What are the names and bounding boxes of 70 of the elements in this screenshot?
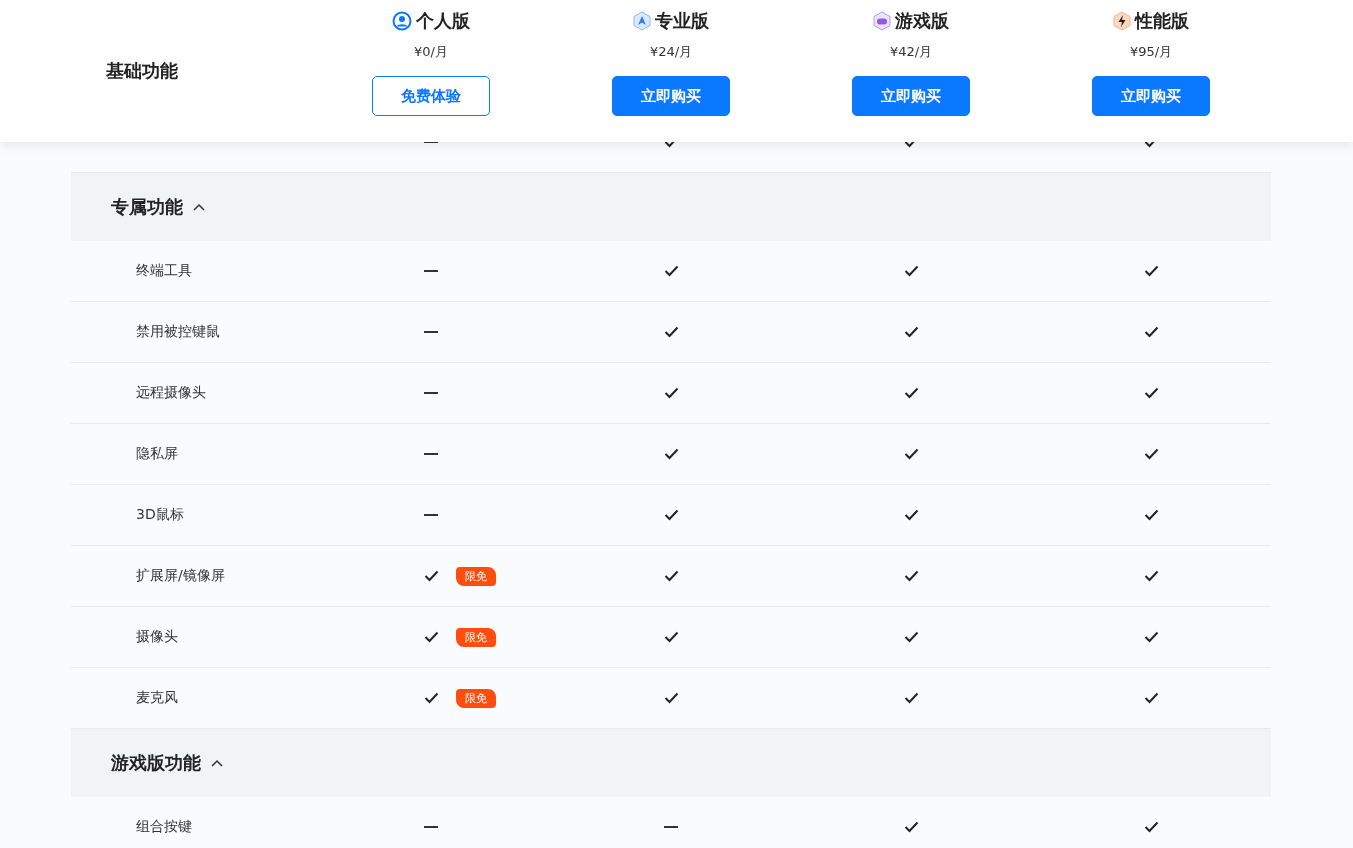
check-icon xyxy=(663,692,679,704)
section-title: 游戏版功能 xyxy=(111,751,201,775)
user-icon xyxy=(392,11,412,31)
section-header[interactable]: 专属功能 xyxy=(71,173,1271,241)
dash-icon xyxy=(424,514,438,516)
buy-button[interactable]: 立即购买 xyxy=(1092,76,1210,116)
feature-label: 禁用被控键鼠 xyxy=(135,323,221,341)
plan-price: ¥24/月 xyxy=(649,43,693,61)
check-icon xyxy=(663,326,679,338)
dash-icon xyxy=(424,392,438,394)
plan-price: ¥42/月 xyxy=(889,43,933,61)
check-icon xyxy=(663,265,679,277)
check-icon xyxy=(663,387,679,399)
feature-label: 终端工具 xyxy=(135,262,193,280)
plan-price: ¥0/月 xyxy=(414,43,448,61)
free-badge: 限免 xyxy=(456,688,496,708)
feature-label: 摄像头 xyxy=(135,628,179,646)
plan-name: 性能版 xyxy=(1135,9,1189,33)
check-icon xyxy=(1143,509,1159,521)
plan-price: ¥95/月 xyxy=(1129,43,1173,61)
feature-label: 远程摄像头 xyxy=(135,384,207,402)
check-icon xyxy=(1143,570,1159,582)
section-header[interactable]: 游戏版功能 xyxy=(71,729,1271,797)
check-icon xyxy=(1143,821,1159,833)
hexagon-arrow-icon xyxy=(633,11,651,31)
section-title: 专属功能 xyxy=(111,195,183,219)
check-icon xyxy=(903,631,919,643)
check-icon xyxy=(903,448,919,460)
check-icon xyxy=(423,570,439,582)
dash-icon xyxy=(424,453,438,455)
check-icon xyxy=(903,692,919,704)
section-title: 基础功能 xyxy=(106,59,178,83)
check-icon xyxy=(423,631,439,643)
check-icon xyxy=(663,631,679,643)
chevron-up-icon[interactable] xyxy=(211,759,223,767)
check-icon xyxy=(903,387,919,399)
free-badge: 限免 xyxy=(456,566,496,586)
check-icon xyxy=(903,821,919,833)
check-icon xyxy=(903,570,919,582)
check-icon xyxy=(1143,265,1159,277)
buy-button[interactable]: 立即购买 xyxy=(852,76,970,116)
plan-name: 专业版 xyxy=(655,9,709,33)
dash-icon xyxy=(664,826,678,828)
check-icon xyxy=(1143,387,1159,399)
feature-label: 隐私屏 xyxy=(135,445,179,463)
trial-button[interactable]: 免费体验 xyxy=(372,76,490,116)
check-icon xyxy=(903,509,919,521)
check-icon xyxy=(1143,692,1159,704)
check-icon xyxy=(423,692,439,704)
feature-label: 3D鼠标 xyxy=(135,506,185,524)
hexagon-bolt-icon xyxy=(1113,11,1131,31)
feature-label: 扩展屏/镜像屏 xyxy=(135,567,226,585)
check-icon xyxy=(1143,448,1159,460)
buy-button[interactable]: 立即购买 xyxy=(612,76,730,116)
check-icon xyxy=(903,326,919,338)
check-icon xyxy=(663,509,679,521)
check-icon xyxy=(663,570,679,582)
check-icon xyxy=(1143,631,1159,643)
feature-label: 麦克风 xyxy=(135,689,179,707)
dash-icon xyxy=(424,331,438,333)
plan-name: 游戏版 xyxy=(895,9,949,33)
dash-icon xyxy=(424,826,438,828)
chevron-up-icon[interactable] xyxy=(193,203,205,211)
feature-label: 组合按键 xyxy=(135,818,193,836)
dash-icon xyxy=(424,270,438,272)
check-icon xyxy=(1143,326,1159,338)
free-badge: 限免 xyxy=(456,627,496,647)
check-icon xyxy=(663,448,679,460)
plan-name: 个人版 xyxy=(416,9,470,33)
check-icon xyxy=(903,265,919,277)
